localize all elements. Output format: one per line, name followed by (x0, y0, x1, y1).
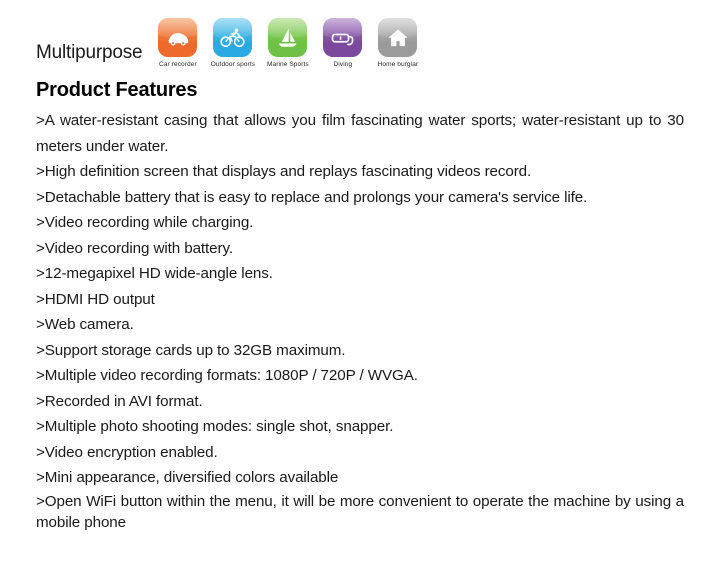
feature-item: >A water-resistant casing that allows yo… (36, 112, 684, 155)
category-item-home-burglar[interactable]: Home burglar (370, 18, 425, 68)
feature-item: >HDMI HD output (36, 290, 155, 308)
feature-item: >Video encryption enabled. (36, 443, 218, 461)
category-label: Diving (333, 61, 353, 68)
car-icon-tile (158, 18, 198, 57)
category-item-outdoor-sports[interactable]: Outdoor sports (205, 18, 260, 68)
multipurpose-header: Multipurpose Car recorder Outdoor sports… (36, 18, 425, 68)
category-item-marine-sports[interactable]: Marine Sports (260, 18, 315, 68)
car-icon (165, 25, 191, 51)
page-title: Product Features (36, 79, 198, 101)
multipurpose-title: Multipurpose (36, 42, 143, 63)
feature-item: >Video recording while charging. (36, 214, 254, 231)
category-item-car-recorder[interactable]: Car recorder (150, 18, 205, 68)
feature-item: >12-megapixel HD wide-angle lens. (36, 265, 273, 282)
category-icon-strip: Car recorder Outdoor sports Marine Sport… (150, 18, 425, 68)
category-label: Home burglar (377, 61, 419, 68)
feature-item: >Open WiFi button within the menu, it wi… (36, 492, 684, 531)
sailboat-icon-tile (268, 18, 308, 57)
category-item-diving[interactable]: Diving (315, 18, 370, 68)
product-features-content: Product Features >A water-resistant casi… (36, 79, 684, 533)
feature-item: >Detachable battery that is easy to repl… (36, 188, 588, 206)
category-label: Outdoor sports (210, 61, 256, 68)
category-label: Car recorder (159, 61, 197, 68)
feature-item: >Multiple photo shooting modes: single s… (36, 418, 394, 435)
product-features-page: Multipurpose Car recorder Outdoor sports… (0, 0, 723, 561)
feature-item: >Multiple video recording formats: 1080P… (36, 367, 418, 384)
feature-item: >High definition screen that displays an… (36, 163, 532, 180)
goggles-icon (329, 24, 356, 51)
feature-item: >Recorded in AVI format. (36, 392, 203, 410)
goggles-icon-tile (323, 18, 363, 57)
bicycle-icon-tile (213, 18, 253, 57)
feature-item: >Mini appearance, diversified colors ava… (36, 469, 339, 486)
feature-item: >Video recording with battery. (36, 239, 233, 257)
category-label: Marine Sports (267, 61, 309, 68)
feature-item: >Support storage cards up to 32GB maximu… (36, 341, 346, 359)
home-icon (386, 26, 410, 50)
sailboat-icon (275, 25, 300, 50)
feature-item: >Web camera. (36, 316, 134, 333)
bicycle-icon (219, 24, 246, 51)
home-icon-tile (378, 18, 418, 57)
